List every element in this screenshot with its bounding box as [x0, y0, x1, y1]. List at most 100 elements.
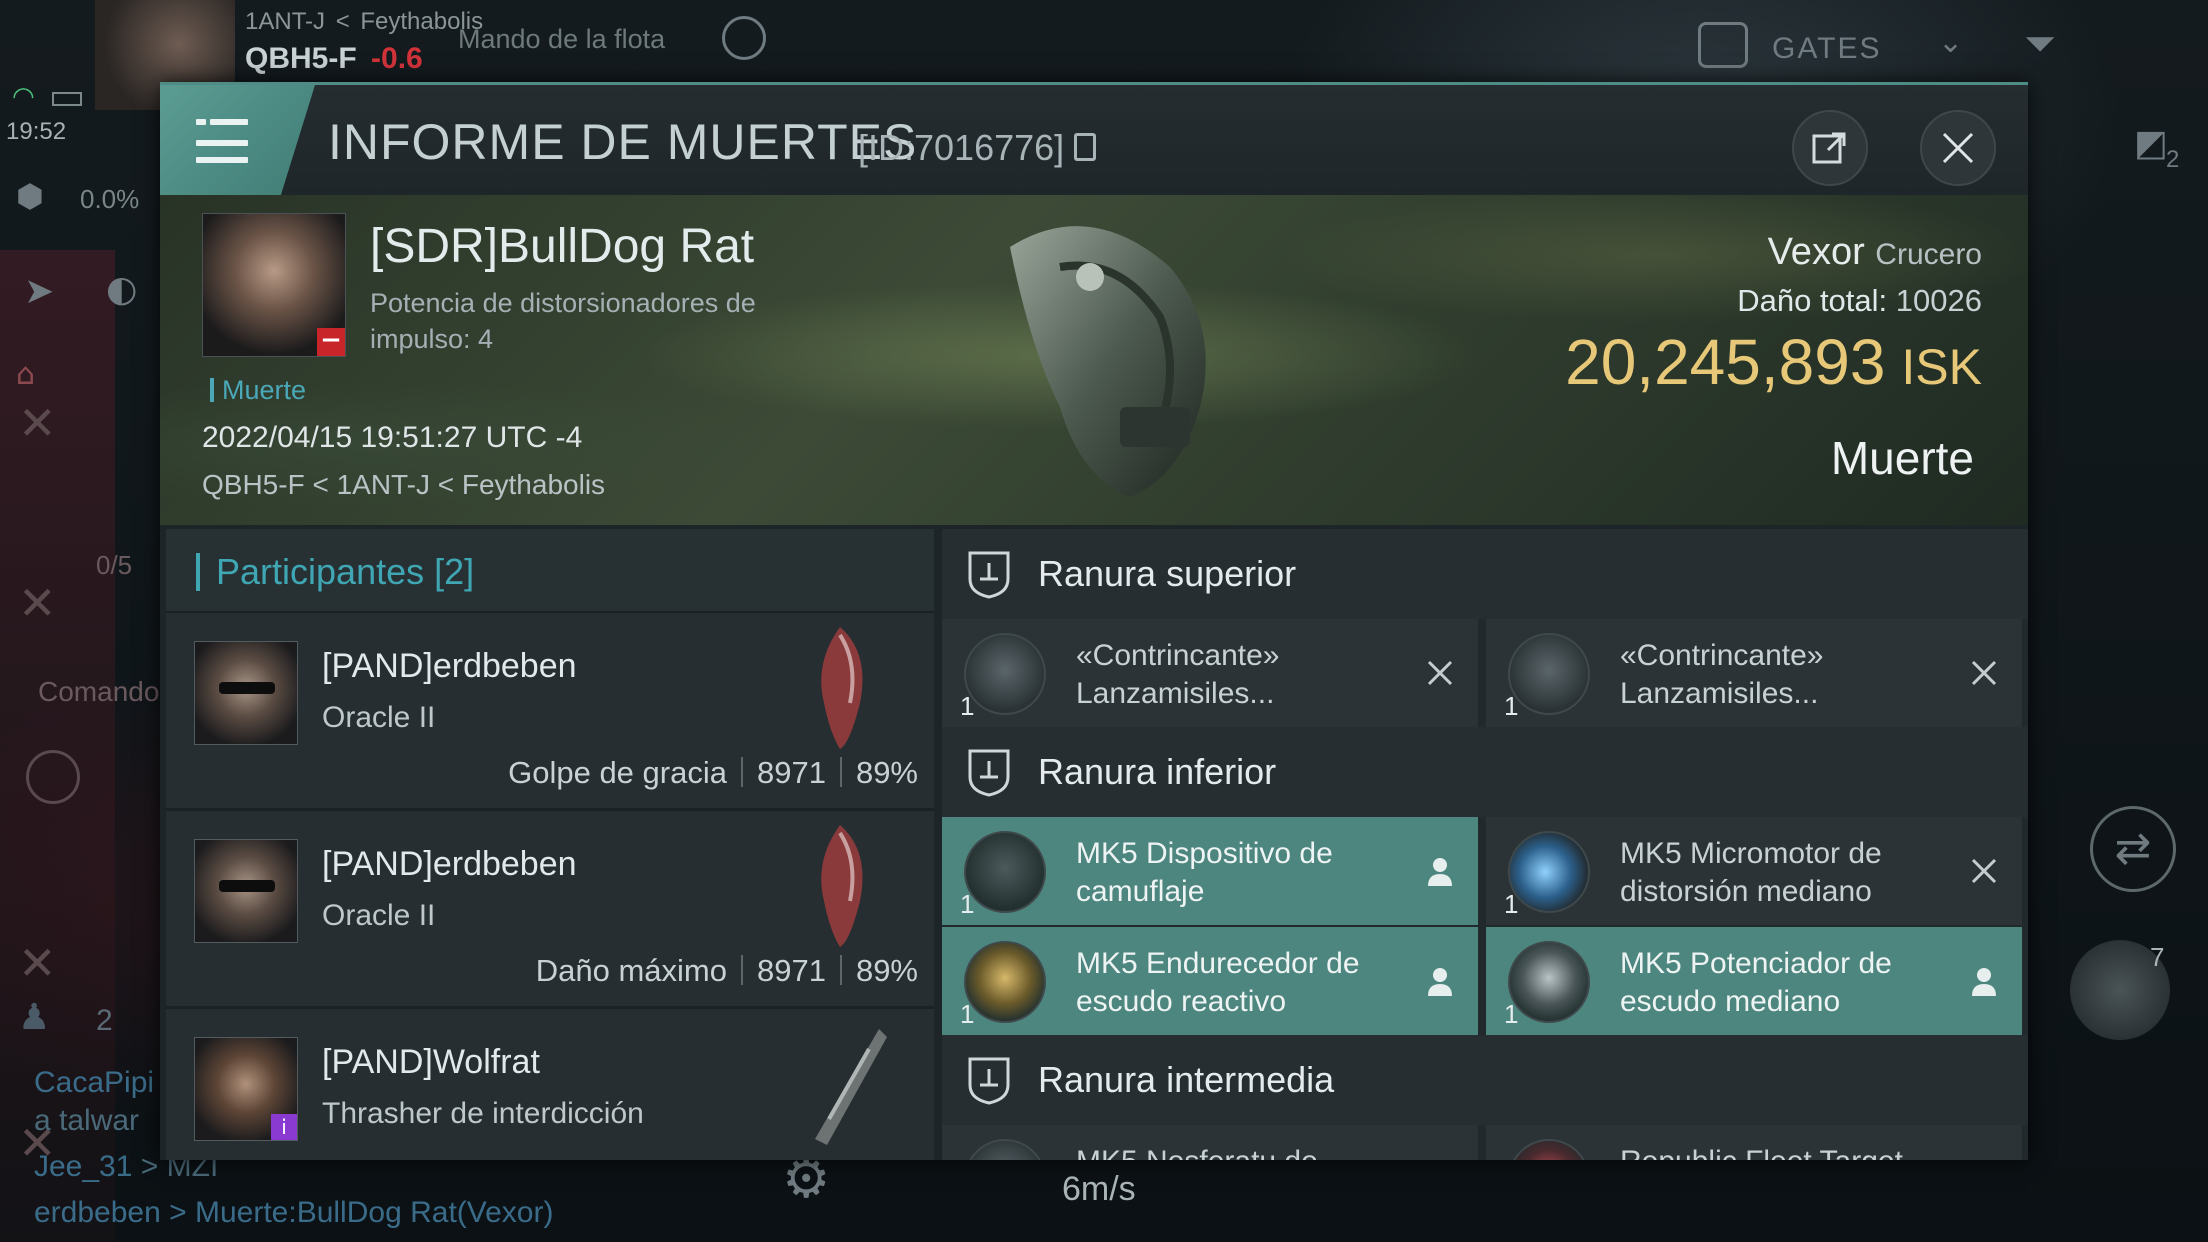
module-name: MK5 Dispositivo de camuflaje	[1076, 837, 1333, 908]
total-damage-value: 10026	[1895, 283, 1982, 318]
killmail-id: [ID:7016776]	[858, 127, 1065, 168]
crossed-swords-icon[interactable]: ✕	[18, 940, 57, 986]
destroyed-icon	[1964, 1159, 2004, 1160]
isk-value: 20,245,893 ISK	[1565, 325, 1982, 399]
chat-line-1: CacaPipi	[34, 1066, 155, 1099]
hud-current-system[interactable]: QBH5-F -0.6	[245, 42, 423, 76]
shield-booster-icon	[1508, 941, 1590, 1023]
missile-launcher-icon	[1508, 633, 1590, 715]
loss-tag: Muerte	[210, 375, 306, 406]
participant-role: Golpe de gracia	[508, 755, 727, 790]
participants-count: [2]	[434, 551, 475, 592]
participant-row[interactable]: [PAND]erdbeben Oracle II Golpe de gracia…	[166, 613, 934, 811]
participants-list[interactable]: Participantes [2] [PAND]erdbeben Oracle I…	[166, 529, 934, 1160]
isk-amount: 20,245,893	[1565, 326, 1886, 398]
module-high-2[interactable]: 1 «Contrincante» Lanzamisiles...	[1486, 619, 2022, 727]
module-quantity: 1	[1504, 889, 1519, 919]
target-icon[interactable]	[26, 750, 80, 804]
module-low-3[interactable]: 1 MK5 Endurecedor de escudo reactivo	[942, 927, 1478, 1035]
destroyed-icon	[1964, 851, 2004, 891]
hud-security-status: -0.6	[371, 42, 423, 75]
fleet-command-label[interactable]: Mando de la flota	[458, 24, 665, 55]
cargo-percent: 0.0%	[80, 184, 140, 214]
module-quantity: 1	[960, 889, 975, 919]
participant-row[interactable]: [PAND]erdbeben Oracle II Daño máximo 8971…	[166, 811, 934, 1009]
wifi-icon: ◠	[12, 82, 35, 112]
participant-name: [PAND]erdbeben	[322, 647, 577, 685]
hud-time: 19:52	[6, 118, 67, 145]
share-icon	[1812, 132, 1846, 164]
dropped-person-icon	[1420, 851, 1460, 891]
participant-portrait[interactable]: i	[194, 1037, 298, 1141]
participant-portrait[interactable]	[194, 839, 298, 943]
speed-readout: 6m/s	[1062, 1170, 1136, 1208]
participant-stats: Daño máximo 8971 89%	[536, 953, 918, 989]
gates-icon[interactable]	[1698, 22, 1748, 68]
mid-slot-label: Ranura intermedia	[1038, 1059, 1335, 1100]
killmail-panel: INFORME DE MUERTES [ID:7016776] − [SDR]B…	[160, 82, 2028, 1160]
participant-portrait[interactable]	[194, 641, 298, 745]
clock-icon[interactable]	[722, 16, 766, 60]
user-icon[interactable]: ♟	[18, 1000, 50, 1036]
participant-row[interactable]: i [PAND]Wolfrat Thrasher de interdicción	[166, 1009, 934, 1160]
drone-count: 7	[2150, 942, 2165, 972]
hud-system-path[interactable]: 1ANT-J < Feythabolis	[245, 8, 483, 36]
crossed-swords-icon[interactable]: ✕	[18, 580, 57, 626]
menu-button[interactable]	[160, 85, 315, 195]
module-quantity: 1	[960, 999, 975, 1029]
dock-icon[interactable]: ◐	[106, 272, 137, 308]
gates-label[interactable]: GATES	[1772, 32, 1881, 66]
module-mid-1[interactable]: 1 MK5 Nosferatu de	[942, 1125, 1478, 1160]
participant-ship-image	[815, 1029, 887, 1145]
kill-location[interactable]: QBH5-F < 1ANT-J < Feythabolis	[202, 469, 605, 501]
close-button[interactable]	[1920, 110, 1996, 186]
filter-icon[interactable]: ⏷	[2024, 24, 2056, 64]
ship-type: Vexor	[1767, 231, 1865, 273]
module-mid-2[interactable]: 1 Republic Fleet Target	[1486, 1125, 2022, 1160]
module-low-2[interactable]: 1 MK5 Micromotor de distorsión mediano	[1486, 817, 2022, 925]
low-slot-header: Ranura inferior	[942, 727, 2028, 817]
missile-launcher-icon	[964, 633, 1046, 715]
chat-user[interactable]: Jee_31	[34, 1150, 132, 1183]
participants-label: Participantes	[216, 551, 425, 592]
settings-icon[interactable]: ⚙	[782, 1152, 830, 1206]
module-low-4[interactable]: 1 MK5 Potenciador de escudo mediano	[1486, 927, 2022, 1035]
module-name: MK5 Micromotor de distorsión mediano	[1620, 837, 1882, 908]
chat-line-4: erdbeben > Muerte:BullDog Rat(Vexor)	[34, 1196, 553, 1230]
victim-ship-name[interactable]: Vexor Crucero	[1768, 231, 1982, 274]
module-low-1[interactable]: 1 MK5 Dispositivo de camuflaje	[942, 817, 1478, 925]
home-icon[interactable]: ⌂	[16, 360, 35, 390]
cargo-icon[interactable]: ⬢	[16, 180, 44, 212]
chat-user[interactable]: erdbeben	[34, 1196, 161, 1229]
participant-role: Daño máximo	[535, 953, 727, 988]
victim-portrait[interactable]: −	[202, 213, 346, 357]
shield-hardener-icon	[964, 941, 1046, 1023]
dropped-person-icon	[1420, 961, 1460, 1001]
share-button[interactable]	[1792, 110, 1868, 186]
chevron-down-icon[interactable]: ⌄	[1938, 28, 1963, 58]
module-high-1[interactable]: 1 «Contrincante» Lanzamisiles...	[942, 619, 1478, 727]
panel-titlebar: INFORME DE MUERTES [ID:7016776]	[160, 85, 2028, 195]
dropped-person-icon	[1964, 961, 2004, 1001]
destroyed-icon	[1964, 653, 2004, 693]
copy-icon[interactable]	[1074, 133, 1096, 161]
left-counter: 0/5	[96, 550, 133, 580]
close-icon	[1942, 132, 1974, 164]
participant-name: [PAND]erdbeben	[322, 845, 577, 883]
fitting-panel[interactable]: Ranura superior 1 «Contrincante» Lanzami…	[942, 529, 2028, 1160]
overview-icon[interactable]: ◩	[2134, 126, 2168, 162]
navigate-icon[interactable]: ➤	[24, 274, 54, 310]
high-slot-header: Ranura superior	[942, 529, 2028, 619]
high-slot-label: Ranura superior	[1038, 553, 1297, 594]
victim-ship-image	[1010, 226, 1206, 497]
swap-icon[interactable]: ⇄	[2090, 806, 2176, 892]
participant-name: [PAND]Wolfrat	[322, 1043, 540, 1081]
victim-name[interactable]: [SDR]BullDog Rat	[370, 219, 754, 274]
left-count-2: 2	[96, 1004, 113, 1037]
hud-path-system: 1ANT-J	[245, 8, 326, 35]
participant-ship: Oracle II	[322, 899, 436, 932]
low-slot-icon	[968, 749, 1010, 797]
crossed-swords-icon[interactable]: ✕	[18, 400, 57, 446]
ship-class: Crucero	[1875, 238, 1982, 271]
left-command-label: Comando	[38, 676, 160, 707]
